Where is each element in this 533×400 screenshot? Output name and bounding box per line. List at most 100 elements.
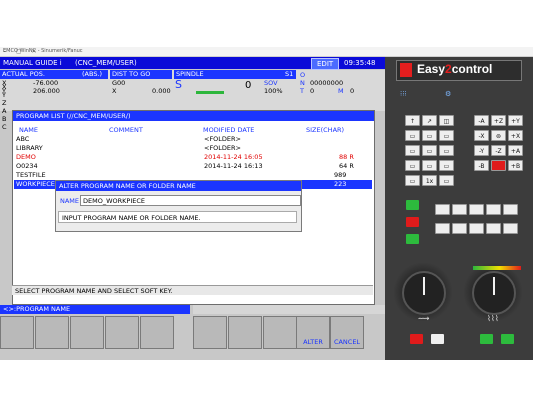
panel-key[interactable]: ↑ [405,115,420,126]
green-key[interactable] [406,234,419,244]
panel-key[interactable]: ↗ [422,115,437,126]
panel-key[interactable] [486,223,501,234]
panel-key[interactable]: ▭ [405,145,420,156]
table-row[interactable]: TESTFILE 989 [14,171,372,180]
panel-key[interactable]: ▭ [422,160,437,171]
col-name: NAME [19,126,39,134]
dialog-instruction: INPUT PROGRAM NAME OR FOLDER NAME. [58,211,297,223]
softkey-4[interactable] [105,316,139,349]
start-key[interactable] [480,334,493,344]
n-value: 00000000 [310,79,344,87]
dialog-name-label: NAME [60,197,80,205]
axis-x-value: -76.000 [33,79,59,87]
spindle-label: SPINDLE [176,70,204,78]
t-label: T [300,87,304,95]
logo-mark-icon [400,63,412,77]
panel-key[interactable] [452,204,467,215]
mode-label: MANUAL GUIDE i [3,59,62,67]
panel-key[interactable]: ▭ [439,160,454,171]
alter-softkey[interactable]: ALTER [296,316,330,349]
panel-key[interactable] [503,204,518,215]
softkey-2[interactable] [35,316,69,349]
softkey-6[interactable] [193,316,227,349]
jog-key[interactable]: +Z [491,115,506,126]
panel-key[interactable]: ◫ [439,115,454,126]
knob-pointer [423,277,425,295]
window-controls-icon[interactable]: – ▢ ✕ [3,48,529,55]
jog-key[interactable]: +X [508,130,523,141]
axis-y-value: 206.000 [33,87,60,95]
panel-key[interactable]: ▭ [405,130,420,141]
feed-icon: ⟿ [418,314,430,323]
left-axis-label: C [2,123,7,131]
row-name: ABC [16,135,30,143]
jog-key[interactable]: -Y [474,145,489,156]
panel-key[interactable] [503,223,518,234]
panel-key[interactable]: ▭ [422,130,437,141]
panel-key[interactable]: ▭ [439,175,454,186]
reset-key[interactable] [410,334,423,344]
m-label: M [338,87,344,95]
jog-key[interactable]: +A [508,145,523,156]
message-line: SELECT PROGRAM NAME AND SELECT SOFT KEY. [12,285,373,295]
softkey-3[interactable] [70,316,104,349]
row-size: 989 [334,171,347,179]
name-input[interactable] [80,195,301,206]
panel-key[interactable]: 1x [422,175,437,186]
panel-key[interactable] [435,204,450,215]
edit-badge: EDIT [311,58,340,70]
row-size: 223 [334,180,347,188]
stop-key[interactable] [491,160,506,171]
softkey-label: ALTER [303,338,323,346]
panel-key[interactable] [431,334,444,344]
row-modified: <FOLDER> [204,144,241,152]
jog-key[interactable]: +Y [508,115,523,126]
jog-key[interactable]: -Z [491,145,506,156]
panel-key[interactable]: ▭ [422,145,437,156]
settings-icon[interactable]: ⚙ [445,90,465,98]
panel-key[interactable] [486,204,501,215]
jog-key[interactable]: -A [474,115,489,126]
cancel-softkey[interactable]: CANCEL [330,316,364,349]
status-header: MANUAL GUIDE i (CNC_MEM/USER) EDIT 09:35… [0,57,385,70]
panel-key[interactable]: ▭ [439,145,454,156]
row-size: 64 R [339,162,354,170]
jog-key[interactable]: +B [508,160,523,171]
left-axis-label: Z [2,99,7,107]
position-area: ACTUAL POS. (ABS.) X -76.000 Y 206.000 D… [0,70,385,111]
jog-key[interactable]: -X [474,130,489,141]
row-name: WORKPIECE [16,180,55,188]
panel-key[interactable]: ▭ [405,175,420,186]
table-row[interactable]: LIBRARY <FOLDER> [14,144,372,153]
spindle-header: SPINDLE S1 [174,70,296,79]
red-key[interactable] [406,217,419,227]
table-row[interactable]: O0234 2014-11-24 16:13 64 R [14,162,372,171]
jog-key[interactable]: -B [474,160,489,171]
start-key[interactable] [501,334,514,344]
cycle-start-green-key[interactable] [406,200,419,210]
softkey-5[interactable] [140,316,174,349]
spindle-override-knob[interactable] [472,271,516,315]
softkey-8[interactable] [263,316,297,349]
panel-key[interactable] [435,223,450,234]
s-letter: S [175,78,182,91]
left-axis-label: X [2,83,7,91]
panel-key[interactable] [469,223,484,234]
cnc-window: EMCO WinNC - Sinumerik/Fanuc – ▢ ✕ MANUA… [0,47,533,360]
table-row[interactable]: DEMO 2014-11-24 16:05 88 R [14,153,372,162]
panel-key[interactable]: ▭ [439,130,454,141]
s1-label: S1 [285,70,294,78]
softkey-1[interactable] [0,316,34,349]
feed-override-knob[interactable] [402,271,446,315]
keyboard-icon[interactable]: ⁝⁝⁝ [400,90,420,98]
panel-key[interactable]: ▭ [405,160,420,171]
panel-key[interactable] [452,223,467,234]
table-row[interactable]: ABC <FOLDER> [14,135,372,144]
softkey-7[interactable] [228,316,262,349]
window-titlebar: EMCO WinNC - Sinumerik/Fanuc – ▢ ✕ [0,47,533,57]
panel-key[interactable] [469,204,484,215]
left-axis-label: B [2,115,7,123]
sov-label: SOV [264,79,278,87]
program-list-title: PROGRAM LIST (//CNC_MEM/USER/) [13,111,374,121]
jog-key[interactable]: ⊚ [491,130,506,141]
